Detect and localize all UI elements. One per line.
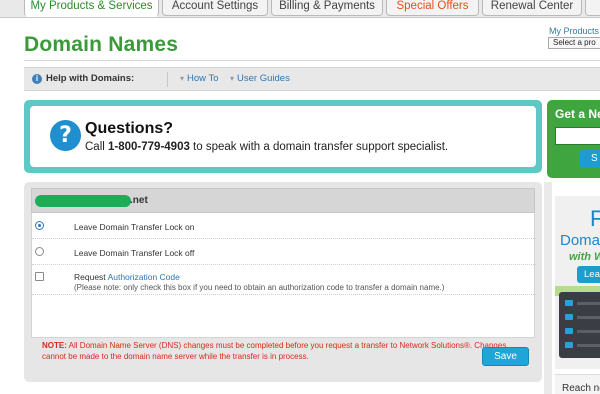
user-guides-link-label[interactable]: User Guides — [237, 73, 290, 84]
page-title: Domain Names — [24, 33, 179, 56]
dropdown-arrow-icon: ▾ — [230, 74, 235, 83]
bottom-promo: Reach ne — [555, 374, 600, 394]
auth-code-checkbox[interactable] — [35, 272, 44, 281]
how-to-link-label[interactable]: How To — [187, 73, 219, 84]
option-auth-code: Request Authorization Code (Please note:… — [32, 265, 536, 295]
tab-overflow[interactable] — [585, 0, 600, 16]
lock-on-label: Leave Domain Transfer Lock on — [74, 222, 195, 232]
domain-search-input[interactable] — [555, 127, 600, 145]
help-bar-separator — [167, 72, 168, 87]
hosting-promo: F Doma with W Lea — [555, 196, 600, 369]
save-button[interactable]: Save — [482, 347, 529, 366]
top-tabs-bar: My Products & Services Account Settings … — [0, 0, 600, 18]
tab-renewal-center[interactable]: Renewal Center — [482, 0, 582, 16]
lock-on-radio[interactable] — [35, 221, 44, 230]
dropdown-arrow-icon: ▾ — [180, 74, 185, 83]
domain-search-promo: Get a Ne S — [547, 100, 600, 178]
option-lock-off: Leave Domain Transfer Lock off — [32, 239, 536, 265]
help-bar-label: Help with Domains: — [46, 73, 135, 84]
questions-callout: ? Questions? Call 1-800-779-4903 to spea… — [24, 100, 542, 173]
transfer-options: Leave Domain Transfer Lock on Leave Doma… — [31, 213, 536, 361]
domain-search-button[interactable]: S — [579, 150, 600, 168]
domain-header: .net — [31, 188, 535, 213]
help-bar: i Help with Domains: ▾ How To ▾ User Guide… — [24, 67, 600, 91]
questions-text-after: to speak with a domain transfer support … — [189, 141, 449, 153]
lock-off-label: Leave Domain Transfer Lock off — [74, 248, 195, 258]
promo-line-2: with W — [569, 251, 600, 263]
auth-code-label: Request Authorization Code — [74, 272, 180, 282]
product-selector-dropdown[interactable]: Select a pro — [548, 37, 600, 49]
domain-suffix: .net — [130, 195, 148, 206]
auth-code-note: (Please note: only check this box if you… — [74, 283, 445, 292]
user-guides-link[interactable]: ▾ User Guides — [230, 73, 290, 84]
tab-account-settings[interactable]: Account Settings — [162, 0, 268, 16]
questions-callout-inner: ? Questions? Call 1-800-779-4903 to spea… — [30, 106, 536, 167]
how-to-link[interactable]: ▾ How To — [180, 73, 219, 84]
tab-special-offers[interactable]: Special Offers — [386, 0, 479, 16]
server-icon — [559, 292, 600, 358]
question-mark-icon: ? — [50, 120, 81, 151]
questions-title: Questions? — [85, 120, 174, 137]
questions-text-before: Call — [85, 141, 109, 153]
dns-warning-note: NOTE: All Domain Name Server (DNS) chang… — [42, 340, 522, 362]
promo-title: Get a Ne — [555, 107, 600, 121]
title-divider — [24, 60, 600, 61]
promo-line-1: Doma — [560, 232, 600, 249]
redacted-domain-name — [35, 195, 131, 207]
auth-code-label-prefix: Request — [74, 272, 108, 282]
authorization-code-link[interactable]: Authorization Code — [108, 272, 180, 282]
lock-off-radio[interactable] — [35, 247, 44, 256]
tab-billing-payments[interactable]: Billing & Payments — [271, 0, 383, 16]
note-text: All Domain Name Server (DNS) changes mus… — [42, 341, 507, 361]
tab-my-products[interactable]: My Products & Services — [24, 0, 159, 17]
bottom-promo-text: Reach ne — [562, 383, 600, 394]
questions-text: Call 1-800-779-4903 to speak with a doma… — [85, 141, 448, 153]
domain-transfer-panel: .net Leave Domain Transfer Lock on Leave… — [24, 182, 542, 382]
learn-more-button[interactable]: Lea — [577, 266, 600, 283]
product-selector-label: My Products — [549, 26, 600, 36]
option-lock-on: Leave Domain Transfer Lock on — [32, 213, 536, 239]
support-phone: 1-800-779-4903 — [108, 141, 190, 153]
promo-big-text: F — [590, 206, 600, 231]
info-icon: i — [32, 74, 42, 84]
note-label: NOTE: — [42, 341, 67, 350]
sidebar-rail — [544, 182, 552, 394]
